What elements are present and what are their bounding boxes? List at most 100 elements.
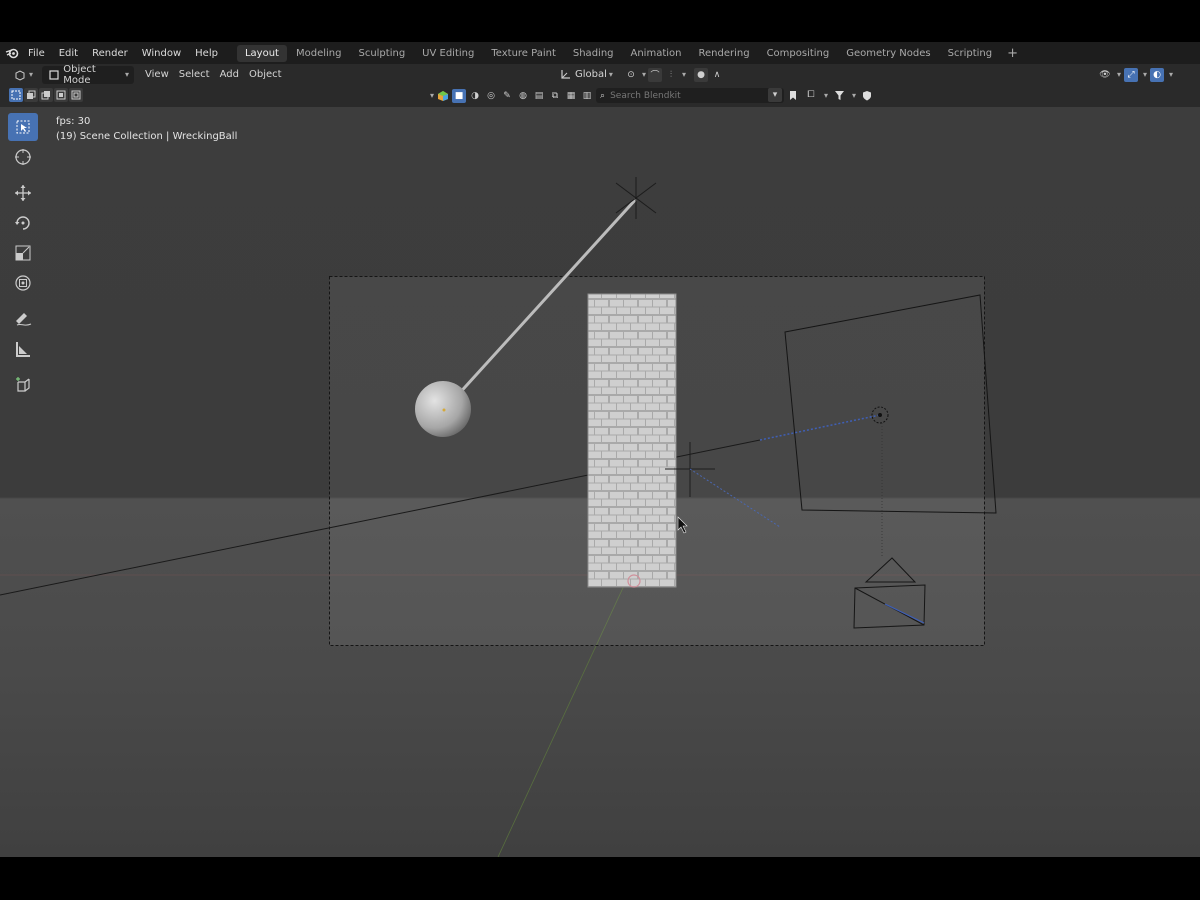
brushes-icon[interactable]: ✎ [500, 89, 514, 103]
overlay-icon[interactable]: ◐ [1150, 67, 1165, 82]
viewport-header: ▾ Object Mode ▾ View Select Add Object G… [0, 63, 1200, 86]
proportional-edit-icon[interactable]: ● [694, 67, 709, 82]
menu-help[interactable]: Help [188, 48, 225, 59]
tab-sculpting[interactable]: Sculpting [350, 45, 413, 62]
select-menu[interactable]: Select [174, 66, 215, 84]
move-arrows-icon [15, 185, 31, 201]
3d-viewport[interactable]: fps: 30 (19) Scene Collection | Wrecking… [0, 107, 1200, 857]
tab-shading[interactable]: Shading [565, 45, 622, 62]
tool-shelf [8, 113, 42, 401]
worlds-icon[interactable]: ◎ [484, 89, 498, 103]
visibility-icon[interactable]: 👁 [1098, 68, 1112, 82]
chevron-down-icon: ▾ [852, 90, 857, 100]
chevron-down-icon: ▾ [824, 90, 829, 100]
menu-file[interactable]: File [21, 48, 52, 59]
select-box-tool[interactable] [8, 113, 38, 141]
shield-icon[interactable] [860, 88, 874, 102]
scene-drawing [0, 177, 1200, 857]
tool-settings-bar: ▾ ■ ◑ ◎ ✎ ◍ ▤ ⧉ ▦ ▥ ⌕ Search Blendkit ▾ … [0, 85, 1200, 107]
chevron-down-icon: ▾ [430, 91, 435, 100]
pivot-icon[interactable]: ⊙ [624, 68, 638, 82]
orientation-icon [558, 68, 572, 82]
search-icon: ⌕ [600, 90, 606, 101]
top-menu-bar: File Edit Render Window Help Layout Mode… [0, 42, 1200, 64]
tab-texture-paint[interactable]: Texture Paint [483, 45, 564, 62]
selection-mode-group [9, 88, 83, 102]
mode-label: Object Mode [63, 63, 96, 86]
blendkit-search-input[interactable]: ⌕ Search Blendkit [596, 88, 785, 103]
chevron-down-icon: ▾ [608, 70, 613, 79]
select-extend-icon[interactable] [24, 88, 38, 102]
3d-cursor-icon [15, 149, 31, 165]
tab-modeling[interactable]: Modeling [288, 45, 350, 62]
models-icon[interactable]: ■ [452, 88, 467, 103]
tab-uv-editing[interactable]: UV Editing [414, 45, 482, 62]
snap-target-icon[interactable]: ⫶ [664, 68, 678, 82]
select-subtract-icon[interactable] [39, 88, 53, 102]
add-workspace-button[interactable]: + [1001, 46, 1024, 61]
chevron-down-icon: ▾ [682, 70, 687, 79]
scale-tool[interactable] [8, 239, 38, 267]
bookmark-icon[interactable] [786, 88, 800, 102]
asset-bar-icon[interactable]: ⧠ [804, 88, 818, 102]
rotate-icon [15, 216, 30, 230]
tab-animation[interactable]: Animation [623, 45, 690, 62]
measure-tool[interactable] [8, 335, 38, 363]
addons-icon[interactable]: ▥ [580, 89, 594, 103]
search-placeholder: Search Blendkit [610, 90, 681, 101]
add-menu[interactable]: Add [215, 66, 244, 84]
cursor-tool[interactable] [8, 143, 38, 171]
snap-icon[interactable]: ⌒ [648, 67, 663, 82]
rotate-tool[interactable] [8, 209, 38, 237]
letterbox-bottom [0, 857, 1200, 900]
printable-icon[interactable]: ▦ [564, 89, 578, 103]
search-dropdown-icon[interactable]: ▾ [768, 88, 782, 102]
move-tool[interactable] [8, 179, 38, 207]
scenes-icon[interactable]: ▤ [532, 89, 546, 103]
select-intersect-icon[interactable] [69, 88, 83, 102]
editor-type-icon [13, 68, 27, 82]
materials-icon[interactable]: ◑ [468, 89, 482, 103]
object-mode-icon [47, 68, 60, 82]
blender-logo-icon[interactable] [3, 42, 21, 64]
transform-tool[interactable] [8, 269, 38, 297]
chevron-down-icon: ▾ [1143, 70, 1148, 79]
letterbox-top [0, 0, 1200, 42]
tab-scripting[interactable]: Scripting [940, 45, 1000, 62]
annotate-tool[interactable] [8, 305, 38, 333]
menu-window[interactable]: Window [135, 48, 188, 59]
gizmo-icon[interactable]: ⤢ [1124, 67, 1139, 82]
scene-collection-label: (19) Scene Collection | WreckingBall [56, 131, 238, 142]
view-menu[interactable]: View [140, 66, 174, 84]
pencil-icon [16, 313, 32, 326]
hdr-icon[interactable]: ◍ [516, 89, 530, 103]
ball-origin [442, 408, 446, 412]
tab-geometry-nodes[interactable]: Geometry Nodes [838, 45, 938, 62]
fps-readout: fps: 30 [56, 116, 91, 127]
select-new-icon[interactable] [9, 88, 23, 102]
editor-type-button[interactable]: ▾ [8, 66, 38, 84]
tab-compositing[interactable]: Compositing [759, 45, 838, 62]
viewport-overlay-info: fps: 30 (19) Scene Collection | Wrecking… [56, 114, 237, 144]
menu-edit[interactable]: Edit [52, 48, 85, 59]
select-invert-icon[interactable] [54, 88, 68, 102]
orientation-label: Global [575, 69, 607, 80]
blendkit-logo-icon[interactable] [436, 89, 450, 103]
chevron-down-icon: ▾ [29, 70, 34, 79]
tab-rendering[interactable]: Rendering [690, 45, 757, 62]
cursor-arrow-icon [16, 120, 30, 134]
ruler-icon [16, 342, 30, 357]
nodegroups-icon[interactable]: ⧉ [548, 89, 562, 103]
mode-selector[interactable]: Object Mode ▾ [42, 63, 135, 86]
filter-icon[interactable] [832, 88, 846, 102]
menu-render[interactable]: Render [85, 48, 135, 59]
falloff-icon[interactable]: ∧ [710, 68, 724, 82]
transform-orientation-selector[interactable]: Global ▾ [553, 66, 618, 84]
scale-icon [15, 245, 31, 261]
chevron-down-icon: ▾ [125, 70, 130, 79]
add-cube-tool[interactable] [8, 371, 38, 399]
brick-wall [587, 293, 677, 588]
chevron-down-icon: ▾ [1169, 70, 1174, 79]
object-menu[interactable]: Object [244, 66, 287, 84]
tab-layout[interactable]: Layout [236, 44, 287, 62]
